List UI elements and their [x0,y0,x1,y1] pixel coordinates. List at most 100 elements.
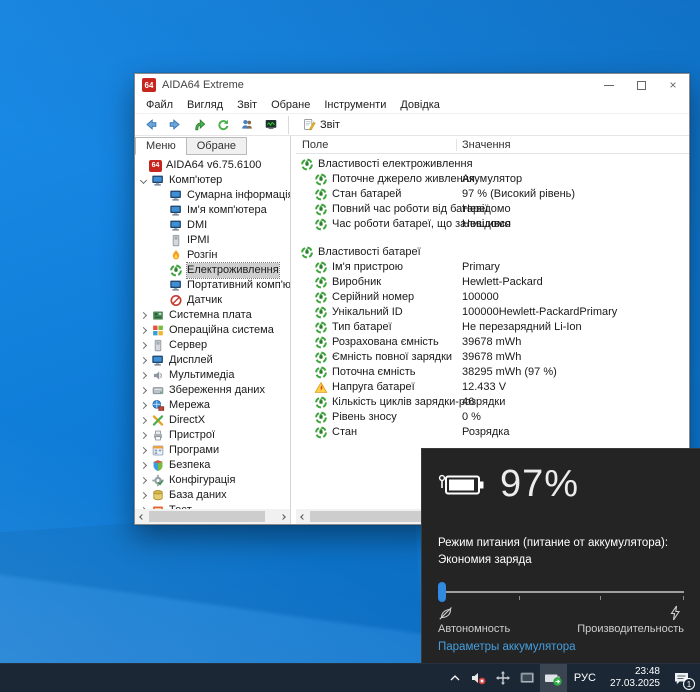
tree-item-network[interactable]: Мережа [135,398,290,413]
action-center-button[interactable]: 1 [667,664,700,692]
menu-file[interactable]: Файл [139,96,180,114]
clock[interactable]: 23:48 27.03.2025 [603,666,667,690]
table-row[interactable]: Рівень зносу0 % [296,410,689,425]
table-row[interactable]: Серійний номер100000 [296,290,689,305]
table-row[interactable]: Ємність повної зарядки39678 mWh [296,350,689,365]
tree-item-computer-name[interactable]: Ім'я комп'ютера [135,203,290,218]
forward-button[interactable] [163,115,187,135]
table-row[interactable]: ВиробникHewlett-Packard [296,275,689,290]
battery-tray-button[interactable] [540,664,567,692]
scroll-left-arrow[interactable] [135,509,149,524]
table-row[interactable]: Повний час роботи від батареїНевідомо [296,202,689,217]
section-header-power[interactable]: Властивості електроживлення [296,157,689,172]
battery-settings-link[interactable]: Параметры аккумулятора [438,641,576,653]
tree-item-overclock[interactable]: Розгін [135,248,290,263]
table-row[interactable]: Тип батареїНе перезарядний Li-Ion [296,320,689,335]
column-divider[interactable] [456,139,457,151]
refresh-button[interactable] [211,115,235,135]
tree-item-power[interactable]: Електроживлення [135,263,290,278]
chevron-right-icon[interactable] [140,342,147,349]
tab-menu[interactable]: Меню [135,137,187,155]
scroll-right-arrow[interactable] [276,509,290,524]
slider-thumb[interactable] [438,582,446,602]
table-row[interactable]: Поточне джерело живленняАкумулятор [296,172,689,187]
tree-item-portable[interactable]: Портативний комп'ютер [135,278,290,293]
chevron-right-icon[interactable] [140,357,147,364]
up-button[interactable] [187,115,211,135]
chevron-right-icon[interactable] [140,432,147,439]
tree-item-display[interactable]: Дисплей [135,353,290,368]
sensor-panel-button[interactable] [259,115,283,135]
scrollbar-thumb[interactable] [149,511,265,522]
scroll-left-arrow[interactable] [296,509,310,524]
tree-item-directx[interactable]: DirectX [135,413,290,428]
tree-item-ipmi[interactable]: IPMI [135,233,290,248]
tree-item-label: Конфігурація [169,473,235,488]
table-row[interactable]: Поточна ємність38295 mWh (97 %) [296,365,689,380]
menu-help[interactable]: Довідка [393,96,447,114]
tree-item-computer[interactable]: Комп'ютер [135,173,290,188]
tree-item-security[interactable]: Безпека [135,458,290,473]
chevron-right-icon[interactable] [140,462,147,469]
tree-item-config[interactable]: Конфігурація [135,473,290,488]
hidden-icons-button[interactable] [444,664,466,692]
volume-button[interactable] [466,664,491,692]
menu-report[interactable]: Звіт [230,96,264,114]
chevron-right-icon[interactable] [140,492,147,499]
tab-favorites[interactable]: Обране [186,137,247,155]
column-value[interactable]: Значення [462,139,511,151]
section-header-battery[interactable]: Властивості батареї [296,245,689,260]
tree-item-programs[interactable]: Програми [135,443,290,458]
maximize-button[interactable] [625,74,657,96]
menu-view[interactable]: Вигляд [180,96,230,114]
report-icon [302,118,316,131]
chevron-right-icon[interactable] [140,417,147,424]
chevron-down-icon[interactable] [140,177,147,184]
tree-item-database[interactable]: База даних [135,488,290,503]
tree-item-dmi[interactable]: DMI [135,218,290,233]
slider-track[interactable] [438,591,684,593]
tree-item-sensor[interactable]: Датчик [135,293,290,308]
volume-muted-icon [470,670,487,686]
chevron-right-icon[interactable] [140,387,147,394]
table-row[interactable]: Кількість циклів зарядки-розрядки46 [296,395,689,410]
navigation-tree: 64AIDA64 v6.75.6100 Комп'ютер Сумарна ін… [135,156,290,509]
language-indicator[interactable]: РУС [567,672,603,684]
tree-item-label: Безпека [169,458,210,473]
table-row[interactable]: Розрахована ємність39678 mWh [296,335,689,350]
table-row[interactable]: Час роботи батареї, що залишивсяНевідомо [296,217,689,232]
display-tray-button[interactable] [515,664,540,692]
table-row[interactable]: Ім'я пристроюPrimary [296,260,689,275]
table-row[interactable]: Унікальний ID100000Hewlett-PackardPrimar… [296,305,689,320]
chevron-right-icon[interactable] [140,372,147,379]
table-row[interactable]: Стан батарей97 % (Високий рівень) [296,187,689,202]
tree-item-storage[interactable]: Збереження даних [135,383,290,398]
users-button[interactable] [235,115,259,135]
tree-item-devices[interactable]: Пристрої [135,428,290,443]
table-row[interactable]: СтанРозрядка [296,425,689,440]
chevron-right-icon[interactable] [140,402,147,409]
arrange-button[interactable] [491,664,515,692]
field-label: Серійний номер [332,290,414,305]
tree-item-server[interactable]: Сервер [135,338,290,353]
tree-horizontal-scrollbar[interactable] [135,509,290,524]
chevron-right-icon[interactable] [140,312,147,319]
tree-item-os[interactable]: Операційна система [135,323,290,338]
back-button[interactable] [139,115,163,135]
chevron-right-icon[interactable] [140,447,147,454]
close-button[interactable]: × [657,74,689,96]
tree-item-motherboard[interactable]: Системна плата [135,308,290,323]
tree-item-multimedia[interactable]: Мультимедіа [135,368,290,383]
power-mode-slider[interactable] [438,582,684,602]
table-row-voltage[interactable]: Напруга батареї12.433 V [296,380,689,395]
minimize-button[interactable] [593,74,625,96]
menu-favorites[interactable]: Обране [264,96,317,114]
chevron-right-icon[interactable] [140,327,147,334]
chevron-right-icon[interactable] [140,477,147,484]
column-field[interactable]: Поле [302,139,328,151]
menu-tools[interactable]: Інструменти [317,96,393,114]
tree-item-summary[interactable]: Сумарна інформація [135,188,290,203]
back-arrow-icon [144,118,158,131]
report-button[interactable]: Звіт [294,115,348,135]
tree-item-root[interactable]: 64AIDA64 v6.75.6100 [135,158,290,173]
